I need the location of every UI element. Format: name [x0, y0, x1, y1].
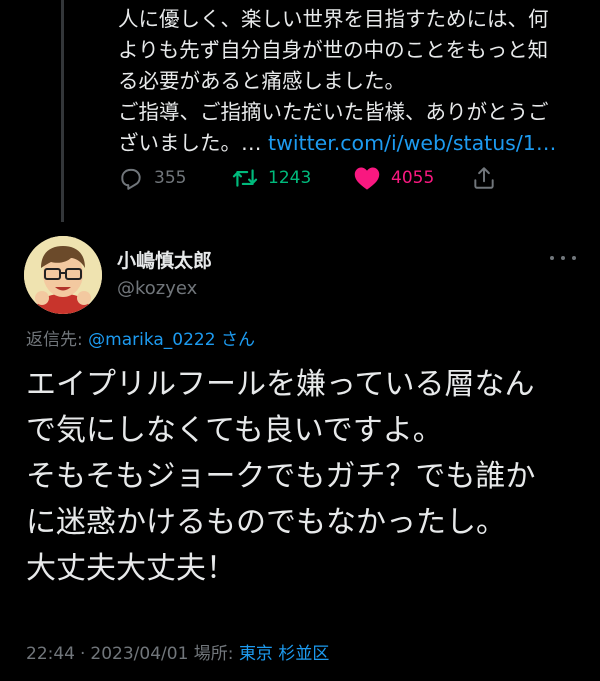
reply-icon — [121, 168, 141, 190]
retweet-icon — [232, 169, 258, 187]
tweet-date[interactable]: 2023/04/01 — [90, 644, 188, 664]
reply-suffix: さん — [220, 330, 255, 350]
location-label: 場所: — [193, 644, 234, 664]
reply-button[interactable]: 355 — [118, 165, 186, 191]
tweet-line: エイプリルフールを嫌っている層なん — [26, 367, 535, 402]
more-icon[interactable] — [550, 248, 576, 268]
previous-tweet-line: ざいました。… twitter.com/i/web/status/1… — [118, 128, 588, 159]
previous-tweet-last-line: ざいました。… — [118, 131, 262, 155]
tweet-line: で気にしなくても良いですよ。 — [26, 413, 443, 448]
tweet-time[interactable]: 22:44 — [26, 644, 75, 664]
like-button[interactable]: 4055 — [353, 165, 434, 191]
share-button[interactable] — [471, 165, 497, 191]
previous-tweet-line: よりも先ず自分自身が世の中のことをもっと知 — [118, 38, 549, 62]
tweet-link[interactable]: twitter.com/i/web/status/1… — [268, 131, 556, 155]
author-name[interactable]: 小嶋慎太郎 — [117, 246, 212, 273]
tweet-text: エイプリルフールを嫌っている層なん で気にしなくても良いですよ。 そもそもジョー… — [26, 362, 586, 592]
reply-count: 355 — [154, 168, 187, 188]
tweet-line: そもそもジョークでもガチ？でも誰か — [26, 459, 536, 494]
replying-to: 返信先: @marika_0222 さん — [26, 325, 255, 350]
retweet-button[interactable]: 1243 — [232, 165, 311, 191]
tweet-line: に迷惑かけるものでもなかったし。 — [26, 505, 506, 540]
author-handle[interactable]: @kozyex — [117, 278, 197, 299]
previous-tweet-line: ご指導、ご指摘いただいた皆様、ありがとうご — [118, 100, 549, 124]
reply-mention-link[interactable]: @marika_0222 — [88, 330, 215, 350]
previous-tweet-line: 人に優しく、楽しい世界を目指すためには、何 — [118, 7, 549, 31]
tweet-line: 大丈夫大丈夫！ — [26, 551, 236, 586]
like-icon — [354, 167, 380, 190]
like-count: 4055 — [391, 168, 435, 188]
meta-separator: · — [80, 644, 86, 664]
avatar-illustration — [24, 236, 102, 314]
avatar[interactable] — [24, 236, 102, 314]
tweet-meta: 22:44 · 2023/04/01 場所: 東京 杉並区 — [26, 639, 329, 664]
share-icon — [474, 167, 494, 189]
tweet-actions: 355 1243 4055 — [118, 163, 508, 195]
location-link[interactable]: 東京 杉並区 — [239, 644, 329, 664]
retweet-count: 1243 — [268, 168, 312, 188]
thread-connector-line — [61, 0, 64, 222]
previous-tweet-line: る必要があると痛感しました。 — [118, 69, 405, 93]
previous-tweet-text: 人に優しく、楽しい世界を目指すためには、何 よりも先ず自分自身が世の中のことをも… — [118, 4, 588, 159]
reply-prefix: 返信先: — [26, 330, 83, 350]
